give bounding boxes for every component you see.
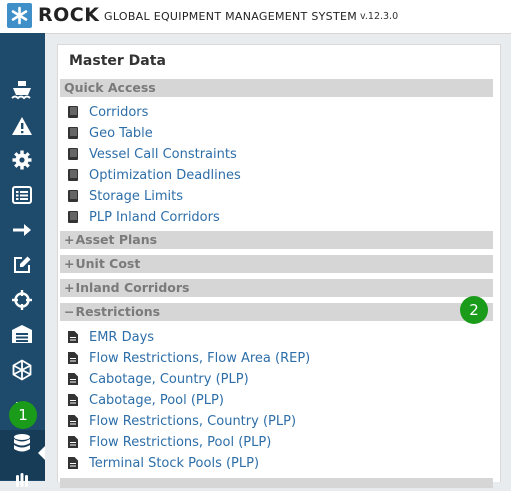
list-item[interactable]: Vessel Call Constraints: [68, 145, 237, 163]
warning-icon[interactable]: [10, 115, 34, 137]
book-icon: [68, 106, 78, 118]
quick-access-link[interactable]: Geo Table: [89, 126, 153, 141]
quick-access-link[interactable]: Storage Limits: [89, 189, 183, 204]
app-subtitle: GLOBAL EQUIPMENT MANAGEMENT SYSTEM: [104, 10, 358, 23]
panel-title: Master Data: [69, 53, 166, 69]
list-item[interactable]: Corridors: [68, 103, 148, 121]
callout-badge-1: 1: [9, 401, 37, 429]
app-version: v.12.3.0: [360, 11, 399, 22]
crosshair-icon[interactable]: [10, 289, 34, 311]
restriction-link[interactable]: Flow Restrictions, Flow Area (REP): [89, 351, 310, 366]
file-icon: [68, 352, 78, 364]
list-item[interactable]: Cabotage, Country (PLP): [68, 370, 249, 388]
book-icon: [68, 190, 78, 202]
list-item[interactable]: Flow Restrictions, Country (PLP): [68, 412, 296, 430]
list-item[interactable]: Terminal Stock Pools (PLP): [68, 454, 259, 472]
list-item[interactable]: Optimization Deadlines: [68, 166, 241, 184]
book-icon: [68, 148, 78, 160]
section-label: Quick Access: [64, 80, 156, 95]
list-item[interactable]: Storage Limits: [68, 187, 183, 205]
file-icon: [68, 331, 78, 343]
restriction-link[interactable]: Cabotage, Country (PLP): [89, 372, 249, 387]
quick-access-link[interactable]: PLP Inland Corridors: [89, 210, 220, 225]
expand-icon: +: [64, 280, 75, 295]
file-icon: [68, 436, 78, 448]
database-icon[interactable]: [10, 433, 34, 455]
expand-icon: +: [64, 232, 75, 247]
restriction-link[interactable]: Flow Restrictions, Country (PLP): [89, 414, 296, 429]
book-icon: [68, 169, 78, 181]
section-label: Asset Plans: [75, 232, 158, 247]
brand-name: ROCK: [38, 4, 100, 26]
section-label: Unit Cost: [75, 256, 141, 271]
section-label: Inland Corridors: [75, 280, 190, 295]
restriction-link[interactable]: Terminal Stock Pools (PLP): [89, 456, 259, 471]
edit-icon[interactable]: [10, 254, 34, 276]
restriction-link[interactable]: Cabotage, Pool (PLP): [89, 393, 224, 408]
list-item[interactable]: Flow Restrictions, Flow Area (REP): [68, 349, 310, 367]
file-icon: [68, 373, 78, 385]
network-icon[interactable]: [10, 359, 34, 381]
list-icon[interactable]: [10, 184, 34, 206]
hand-icon[interactable]: [10, 469, 34, 491]
quick-access-link[interactable]: Vessel Call Constraints: [89, 147, 237, 162]
arrow-right-icon[interactable]: [10, 219, 34, 241]
quick-access-link[interactable]: Optimization Deadlines: [89, 168, 241, 183]
master-data-panel: Master Data Quick Access Corridors Geo T…: [57, 44, 501, 488]
section-inland-corridors[interactable]: +Inland Corridors: [60, 279, 493, 297]
collapse-icon: −: [64, 304, 75, 319]
callout-badge-2: 2: [460, 296, 488, 324]
gear-icon[interactable]: [10, 149, 34, 171]
list-item[interactable]: Geo Table: [68, 124, 153, 142]
list-item[interactable]: PLP Inland Corridors: [68, 208, 220, 226]
file-icon: [68, 394, 78, 406]
app-header: ROCK GLOBAL EQUIPMENT MANAGEMENT SYSTEM …: [0, 0, 511, 34]
warehouse-icon[interactable]: [10, 323, 34, 345]
section-restrictions[interactable]: −Restrictions: [60, 303, 493, 321]
list-item[interactable]: Cabotage, Pool (PLP): [68, 391, 224, 409]
quick-access-link[interactable]: Corridors: [89, 105, 148, 120]
restriction-link[interactable]: Flow Restrictions, Pool (PLP): [89, 435, 271, 450]
restriction-link[interactable]: EMR Days: [89, 330, 154, 345]
list-item[interactable]: Flow Restrictions, Pool (PLP): [68, 433, 271, 451]
section-asset-plans[interactable]: +Asset Plans: [60, 231, 493, 249]
ship-icon[interactable]: [10, 79, 34, 101]
book-icon: [68, 211, 78, 223]
list-item[interactable]: EMR Days: [68, 328, 154, 346]
expand-icon: +: [64, 256, 75, 271]
book-icon: [68, 127, 78, 139]
file-icon: [68, 457, 78, 469]
section-quick-access[interactable]: Quick Access: [60, 79, 493, 97]
section-next-partial[interactable]: [60, 478, 493, 488]
section-unit-cost[interactable]: +Unit Cost: [60, 255, 493, 273]
asterisk-logo-icon[interactable]: [7, 3, 32, 28]
file-icon: [68, 415, 78, 427]
section-label: Restrictions: [75, 304, 161, 319]
